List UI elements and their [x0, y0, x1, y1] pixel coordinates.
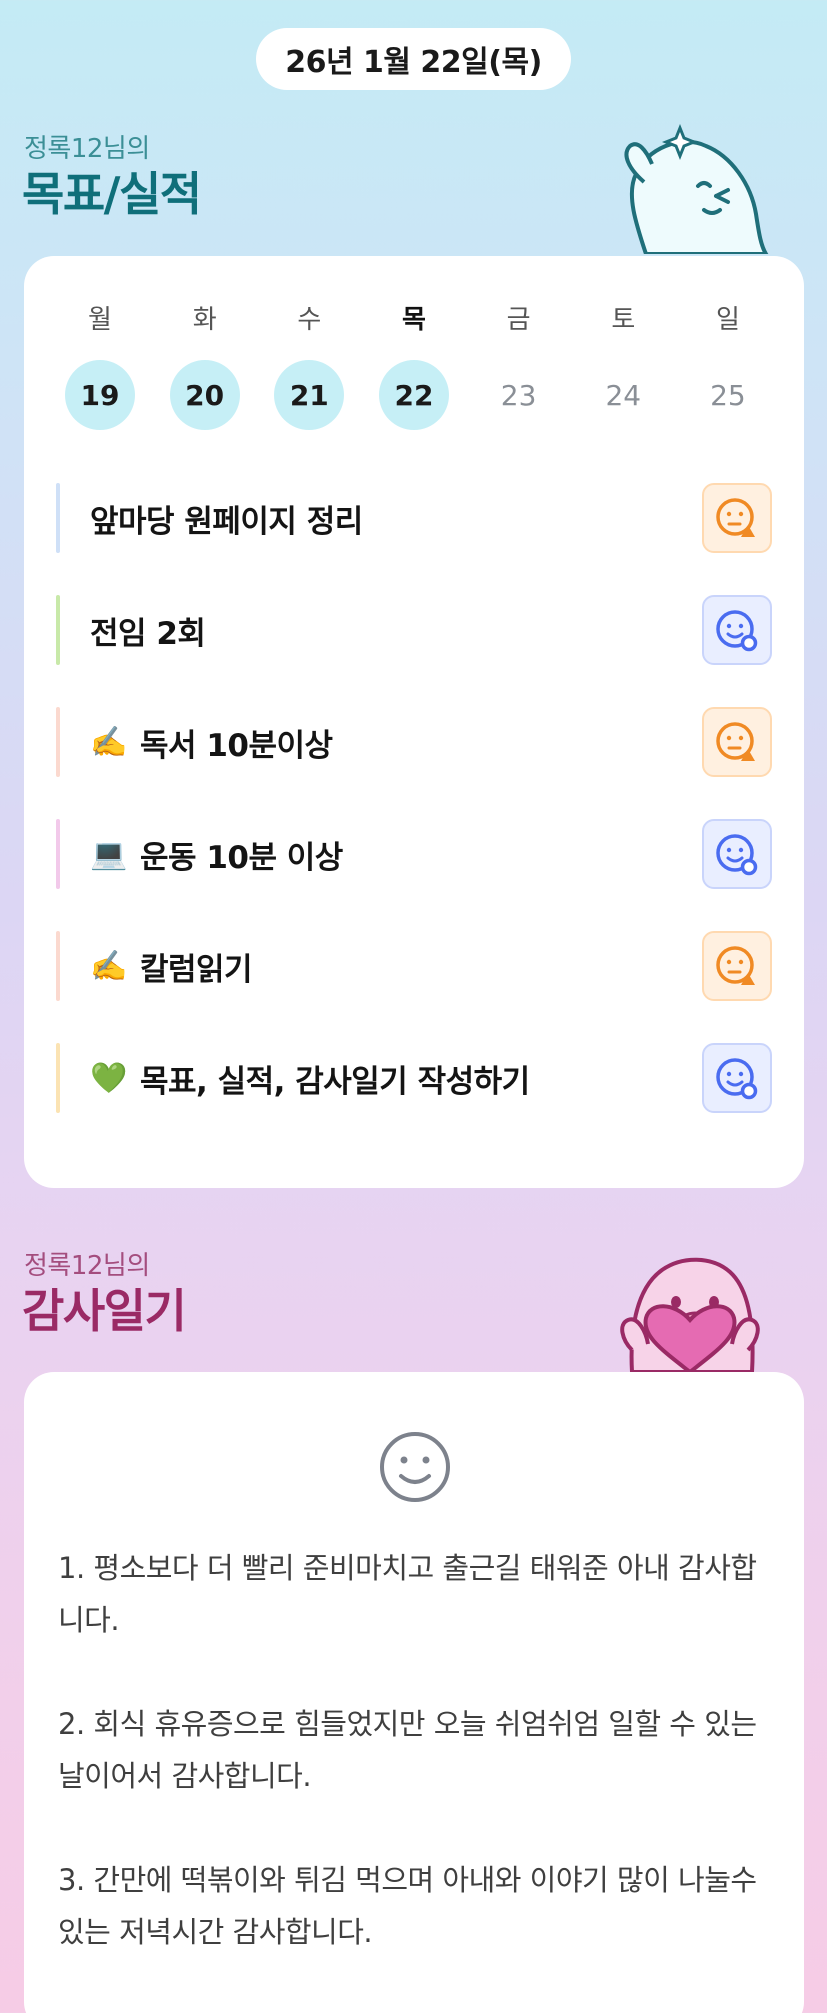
task-color-bar — [56, 931, 60, 1001]
weekday-label: 월 — [88, 305, 112, 335]
task-row[interactable]: 💻 운동 10분 이상 — [56, 818, 772, 890]
task-label: 전임 2회 — [90, 615, 206, 652]
date-header[interactable]: 26년 1월 22일(목) — [256, 28, 571, 90]
task-label: 운동 10분 이상 — [140, 839, 343, 876]
task-color-bar — [56, 1043, 60, 1113]
task-color-bar — [56, 483, 60, 553]
day-number[interactable]: 24 — [588, 360, 658, 430]
day-number[interactable]: 20 — [169, 360, 240, 430]
weekday-label: 화 — [192, 305, 217, 335]
week-calendar: 월 19 화 20 수 21 목 22 금 23 토 24 일 25 — [48, 300, 780, 430]
task-emoji-icon: 💻 — [90, 836, 128, 872]
status-pending-face-icon[interactable] — [702, 1043, 772, 1113]
day-column[interactable]: 월 19 — [48, 300, 152, 430]
day-number[interactable]: 21 — [274, 360, 345, 430]
thanks-title: 감사일기 — [22, 1284, 187, 1338]
task-row[interactable]: ✍️ 칼럼읽기 — [56, 930, 772, 1002]
day-column[interactable]: 화 20 — [153, 300, 257, 430]
day-column[interactable]: 일 25 — [676, 300, 780, 430]
thanks-entry: 2. 회식 휴유증으로 힘들었지만 오늘 쉬엄쉬엄 일할 수 있는 날이어서 감… — [58, 1707, 757, 1793]
task-label: 칼럼읽기 — [140, 951, 253, 988]
day-number[interactable]: 23 — [484, 360, 554, 430]
task-color-bar — [56, 595, 60, 665]
goals-title: 목표/실적 — [22, 167, 202, 221]
goals-card: 월 19 화 20 수 21 목 22 금 23 토 24 일 25 앞마당 원페이지 정리전임 2회 ✍️… — [24, 256, 804, 1188]
task-color-bar — [56, 819, 60, 889]
weekday-label: 금 — [506, 305, 531, 335]
task-row[interactable]: 전임 2회 — [56, 594, 772, 666]
weekday-label: 목 — [402, 305, 426, 335]
day-column[interactable]: 금 23 — [467, 300, 571, 430]
task-color-bar — [56, 707, 60, 777]
status-warning-face-icon[interactable] — [702, 931, 772, 1001]
thanks-entry: 1. 평소보다 더 빨리 준비마치고 출근길 태워준 아내 감사합니다. — [58, 1551, 757, 1637]
day-number[interactable]: 22 — [378, 360, 449, 430]
thanks-entries[interactable]: 1. 평소보다 더 빨리 준비마치고 출근길 태워준 아내 감사합니다. 2. … — [58, 1542, 778, 2010]
task-row[interactable]: 💚 목표, 실적, 감사일기 작성하기 — [56, 1042, 772, 1114]
status-pending-face-icon[interactable] — [702, 819, 772, 889]
weekday-label: 수 — [297, 305, 322, 335]
heart-mascot-icon — [620, 1257, 760, 1372]
ghost-mascot-icon — [624, 124, 769, 254]
day-column[interactable]: 수 21 — [257, 300, 361, 430]
weekday-label: 일 — [715, 305, 740, 335]
thanks-entry: 3. 간만에 떡볶이와 튀김 먹으며 아내와 이야기 많이 나눌수 있는 저녁시… — [58, 1863, 757, 1949]
task-label: 독서 10분이상 — [140, 727, 333, 764]
day-column[interactable]: 토 24 — [571, 300, 675, 430]
smiley-face-icon[interactable] — [378, 1430, 452, 1504]
task-label: 목표, 실적, 감사일기 작성하기 — [140, 1063, 530, 1100]
task-row[interactable]: ✍️ 독서 10분이상 — [56, 706, 772, 778]
thanks-card: 1. 평소보다 더 빨리 준비마치고 출근길 태워준 아내 감사합니다. 2. … — [24, 1372, 804, 2013]
task-emoji-icon: ✍️ — [90, 724, 128, 760]
status-warning-face-icon[interactable] — [702, 707, 772, 777]
day-number[interactable]: 25 — [693, 360, 763, 430]
weekday-label: 토 — [611, 305, 636, 335]
task-emoji-icon: ✍️ — [90, 948, 128, 984]
task-emoji-icon: 💚 — [90, 1060, 128, 1096]
status-warning-face-icon[interactable] — [702, 483, 772, 553]
task-label: 앞마당 원페이지 정리 — [90, 503, 363, 540]
task-row[interactable]: 앞마당 원페이지 정리 — [56, 482, 772, 554]
day-column[interactable]: 목 22 — [362, 300, 466, 430]
status-pending-face-icon[interactable] — [702, 595, 772, 665]
day-number[interactable]: 19 — [65, 360, 135, 430]
